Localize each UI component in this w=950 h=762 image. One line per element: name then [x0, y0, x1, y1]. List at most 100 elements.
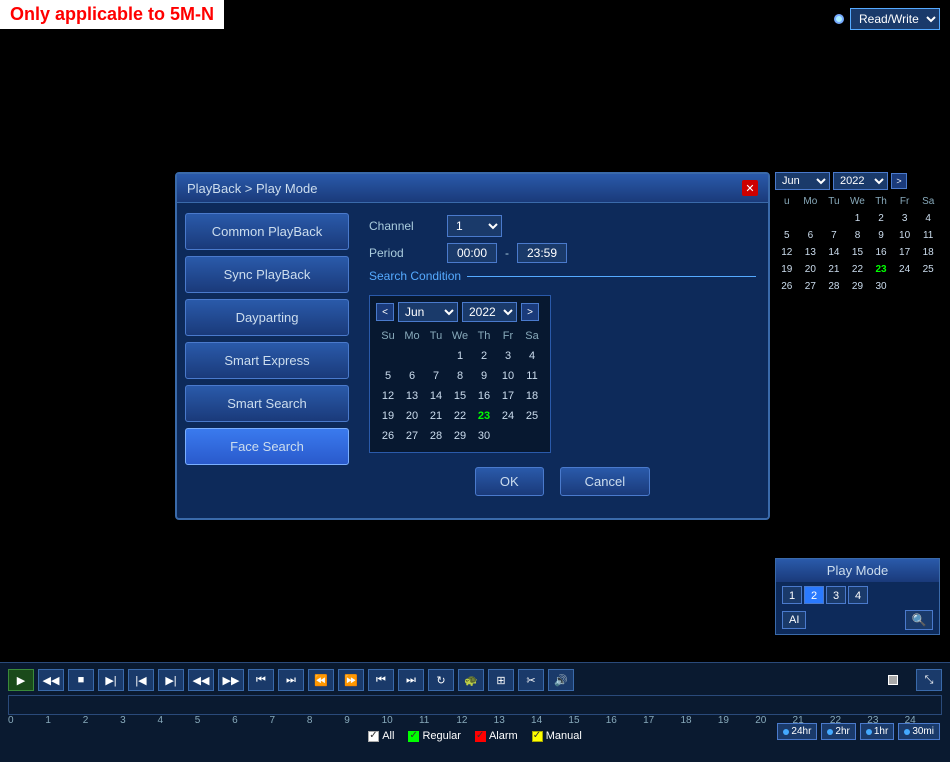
fullscreen-button[interactable]: ⤡ — [916, 669, 942, 691]
pm-num-3[interactable]: 3 — [826, 586, 846, 604]
calendar-day[interactable]: 19 — [775, 261, 799, 278]
calendar-day[interactable]: 19 — [376, 406, 400, 426]
calendar-day[interactable]: 23 — [869, 261, 893, 278]
calendar-day[interactable]: 26 — [376, 426, 400, 446]
calendar-day[interactable]: 3 — [496, 346, 520, 366]
next-fast-button[interactable]: ⏭ — [278, 669, 304, 691]
refresh-button[interactable]: ↻ — [428, 669, 454, 691]
timeline-bar[interactable] — [8, 695, 942, 715]
cancel-button[interactable]: Cancel — [560, 467, 650, 496]
calendar-day[interactable]: 1 — [846, 210, 870, 227]
sidebar-item-smart-search[interactable]: Smart Search — [185, 385, 349, 422]
mini-cal-year-select[interactable]: 2022 — [833, 172, 888, 190]
pm-num-4[interactable]: 4 — [848, 586, 868, 604]
calendar-day[interactable]: 28 — [822, 278, 846, 295]
calendar-day[interactable]: 4 — [916, 210, 940, 227]
pm-num-1[interactable]: 1 — [782, 586, 802, 604]
calendar-day[interactable]: 9 — [869, 227, 893, 244]
calendar-day[interactable]: 20 — [799, 261, 823, 278]
calendar-day[interactable]: 30 — [472, 426, 496, 446]
prev-fast-button[interactable]: ⏮ — [248, 669, 274, 691]
calendar-day[interactable]: 23 — [472, 406, 496, 426]
time-range-2hr-button[interactable]: 2hr — [821, 723, 855, 740]
next-button[interactable]: ▶| — [158, 669, 184, 691]
calendar-day[interactable]: 9 — [472, 366, 496, 386]
sidebar-item-sync-playback[interactable]: Sync PlayBack — [185, 256, 349, 293]
pm-search-button[interactable]: 🔍 — [905, 610, 933, 630]
calendar-day[interactable]: 1 — [448, 346, 472, 366]
mini-cal-month-select[interactable]: Jun — [775, 172, 830, 190]
calendar-day[interactable]: 3 — [893, 210, 917, 227]
calendar-day[interactable]: 17 — [893, 244, 917, 261]
alarm-checkbox[interactable] — [475, 731, 486, 742]
calendar-day[interactable]: 22 — [448, 406, 472, 426]
calendar-day[interactable]: 13 — [799, 244, 823, 261]
pm-num-2[interactable]: 2 — [804, 586, 824, 604]
calendar-day[interactable]: 18 — [916, 244, 940, 261]
prev-rec-button[interactable]: ⏮ — [368, 669, 394, 691]
calendar-day[interactable]: 12 — [376, 386, 400, 406]
ok-button[interactable]: OK — [475, 467, 544, 496]
rewind-button[interactable]: ◀◀ — [38, 669, 64, 691]
calendar-day[interactable]: 29 — [448, 426, 472, 446]
calendar-day[interactable]: 7 — [822, 227, 846, 244]
calendar-day[interactable]: 21 — [424, 406, 448, 426]
calendar-day[interactable]: 13 — [400, 386, 424, 406]
calendar-day[interactable]: 15 — [846, 244, 870, 261]
calendar-day[interactable]: 28 — [424, 426, 448, 446]
period-start-input[interactable] — [447, 243, 497, 263]
calendar-day[interactable]: 20 — [400, 406, 424, 426]
calendar-day[interactable]: 8 — [846, 227, 870, 244]
stop-button[interactable]: ■ — [68, 669, 94, 691]
calendar-day[interactable]: 11 — [916, 227, 940, 244]
calendar-day[interactable]: 21 — [822, 261, 846, 278]
audio-button[interactable]: 🔊 — [548, 669, 574, 691]
calendar-day[interactable]: 6 — [799, 227, 823, 244]
calendar-day[interactable]: 4 — [520, 346, 544, 366]
calendar-day[interactable]: 22 — [846, 261, 870, 278]
sidebar-item-dayparting[interactable]: Dayparting — [185, 299, 349, 336]
calendar-day[interactable]: 27 — [799, 278, 823, 295]
calendar-day[interactable]: 12 — [775, 244, 799, 261]
time-range-1hr-button[interactable]: 1hr — [860, 723, 894, 740]
step-fwd-button[interactable]: ▶| — [98, 669, 124, 691]
slow-button[interactable]: 🐢 — [458, 669, 484, 691]
calendar-day[interactable]: 2 — [472, 346, 496, 366]
calendar-day[interactable]: 5 — [376, 366, 400, 386]
calendar-day[interactable]: 25 — [520, 406, 544, 426]
zoom-button[interactable]: ⊞ — [488, 669, 514, 691]
sidebar-item-common-playback[interactable]: Common PlayBack — [185, 213, 349, 250]
calendar-day[interactable]: 17 — [496, 386, 520, 406]
calendar-day[interactable]: 24 — [496, 406, 520, 426]
skip-fwd-button[interactable]: ▶▶ — [218, 669, 244, 691]
calendar-day[interactable]: 8 — [448, 366, 472, 386]
calendar-day[interactable]: 5 — [775, 227, 799, 244]
manual-checkbox[interactable] — [532, 731, 543, 742]
dialog-close-button[interactable]: ✕ — [742, 180, 758, 196]
sidebar-item-smart-express[interactable]: Smart Express — [185, 342, 349, 379]
calendar-day[interactable]: 24 — [893, 261, 917, 278]
prev-button[interactable]: |◀ — [128, 669, 154, 691]
calendar-day[interactable]: 15 — [448, 386, 472, 406]
calendar-day[interactable]: 2 — [869, 210, 893, 227]
period-end-input[interactable] — [517, 243, 567, 263]
calendar-day[interactable]: 16 — [472, 386, 496, 406]
calendar-day[interactable]: 29 — [846, 278, 870, 295]
calendar-day[interactable]: 6 — [400, 366, 424, 386]
calendar-day[interactable]: 11 — [520, 366, 544, 386]
calendar-day[interactable]: 10 — [496, 366, 520, 386]
calendar-day[interactable]: 7 — [424, 366, 448, 386]
play-button[interactable]: ▶ — [8, 669, 34, 691]
channel-select[interactable]: 1 — [447, 215, 502, 237]
calendar-day[interactable]: 30 — [869, 278, 893, 295]
mini-cal-next-button[interactable]: > — [891, 173, 907, 189]
calendar-day[interactable]: 18 — [520, 386, 544, 406]
rw-select[interactable]: Read/Write — [850, 8, 940, 30]
calendar-day[interactable]: 16 — [869, 244, 893, 261]
sidebar-item-face-search[interactable]: Face Search — [185, 428, 349, 465]
skip-start-button[interactable]: ⏪ — [308, 669, 334, 691]
calendar-day[interactable]: 10 — [893, 227, 917, 244]
skip-back-button[interactable]: ◀◀ — [188, 669, 214, 691]
clip-button[interactable]: ✂ — [518, 669, 544, 691]
cal-month-select[interactable]: Jun — [398, 302, 458, 322]
